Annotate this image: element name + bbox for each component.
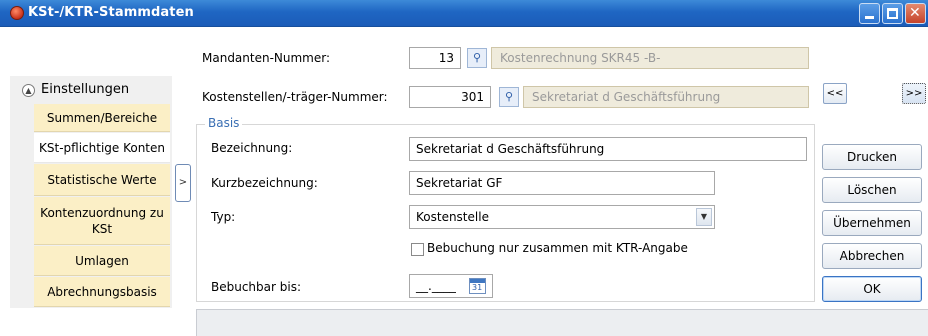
bebuchbar-label: Bebuchbar bis: xyxy=(211,280,302,294)
sidebar-item-kst-pflichtige-konten[interactable]: KSt-pflichtige Konten xyxy=(34,133,170,163)
sidebar: ▲ Einstellungen Summen/Bereiche KSt-pfli… xyxy=(10,76,172,308)
status-bar xyxy=(196,309,928,336)
typ-select-value: Kostenstelle xyxy=(416,210,489,224)
minimize-button[interactable] xyxy=(859,3,880,24)
typ-select[interactable]: Kostenstelle ▼ xyxy=(409,205,715,229)
collapse-icon[interactable]: ▲ xyxy=(22,84,35,97)
sidebar-item-label: Statistische Werte xyxy=(47,172,157,187)
sidebar-item-label: Kontenzuordnung zu KSt xyxy=(40,205,164,236)
bebuchung-checkbox-label[interactable]: Bebuchung nur zusammen mit KTR-Angabe xyxy=(427,241,688,255)
cancel-button[interactable]: Abbrechen xyxy=(822,243,922,269)
kurzbezeichnung-label: Kurzbezeichnung: xyxy=(211,176,318,190)
title-bar: KSt-/KTR-Stammdaten ✕ xyxy=(0,0,928,27)
chevron-down-icon[interactable]: ▼ xyxy=(696,208,712,226)
kst-number-field[interactable]: 301 xyxy=(409,86,491,108)
window-title: KSt-/KTR-Stammdaten xyxy=(28,5,194,20)
next-record-button[interactable]: >> xyxy=(902,83,926,104)
binoculars-icon[interactable]: ⚲ xyxy=(499,87,519,107)
sidebar-item-summen-bereiche[interactable]: Summen/Bereiche xyxy=(34,104,170,132)
sidebar-item-statistische-werte[interactable]: Statistische Werte xyxy=(34,164,170,196)
maximize-button[interactable] xyxy=(882,3,903,24)
typ-label: Typ: xyxy=(211,210,236,224)
bebuchung-checkbox[interactable] xyxy=(411,243,424,256)
bezeichnung-label: Bezeichnung: xyxy=(211,141,293,155)
mandant-name-field: Kostenrechnung SKR45 -B- xyxy=(491,47,809,69)
main-panel: Mandanten-Nummer: 13 ⚲ Kostenrechnung SK… xyxy=(196,44,815,304)
previous-record-button[interactable]: << xyxy=(823,83,847,104)
minimize-icon xyxy=(865,16,874,19)
sidebar-item-label: KSt-pflichtige Konten xyxy=(39,140,165,155)
ok-button[interactable]: OK xyxy=(822,276,922,302)
kst-name-field: Sekretariat d Geschäftsführung xyxy=(523,86,809,108)
sidebar-item-label: Umlagen xyxy=(75,253,129,268)
delete-button[interactable]: Löschen xyxy=(822,177,922,203)
mandant-label: Mandanten-Nummer: xyxy=(202,51,331,65)
sidebar-toggle-button[interactable]: > xyxy=(175,164,191,202)
maximize-icon xyxy=(887,8,898,19)
kst-label: Kostenstellen/-träger-Nummer: xyxy=(202,90,388,104)
sidebar-header[interactable]: ▲ Einstellungen xyxy=(10,76,172,104)
sidebar-item-kontenzuordnung[interactable]: Kontenzuordnung zu KSt xyxy=(34,197,170,245)
sidebar-header-label: Einstellungen xyxy=(41,82,130,97)
print-button[interactable]: Drucken xyxy=(822,144,922,170)
binoculars-icon[interactable]: ⚲ xyxy=(467,48,487,68)
basis-groupbox: Basis Bezeichnung: Sekretariat d Geschäf… xyxy=(196,116,815,302)
mandant-number-field[interactable]: 13 xyxy=(409,47,461,69)
sidebar-item-label: Abrechnungsbasis xyxy=(47,284,157,299)
sidebar-item-label: Summen/Bereiche xyxy=(46,110,158,125)
calendar-icon[interactable]: 31 xyxy=(469,278,486,294)
sidebar-item-abrechnungsbasis[interactable]: Abrechnungsbasis xyxy=(34,277,170,307)
kurzbezeichnung-field[interactable]: Sekretariat GF xyxy=(409,171,715,195)
bezeichnung-field[interactable]: Sekretariat d Geschäftsführung xyxy=(409,137,807,161)
close-button[interactable]: ✕ xyxy=(905,3,926,24)
apply-button[interactable]: Übernehmen xyxy=(822,210,922,236)
sidebar-item-umlagen[interactable]: Umlagen xyxy=(34,246,170,276)
basis-group-title: Basis xyxy=(205,116,243,130)
app-icon xyxy=(10,6,24,20)
close-icon: ✕ xyxy=(909,5,921,21)
